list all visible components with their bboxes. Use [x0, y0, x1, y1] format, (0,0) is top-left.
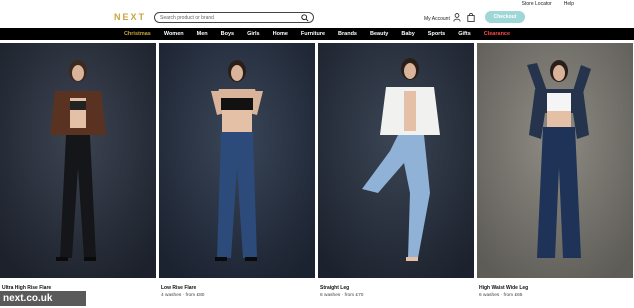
nav-item-sports[interactable]: Sports: [428, 28, 445, 40]
nav-item-girls[interactable]: Girls: [247, 28, 260, 40]
main-nav: Christmas Women Men Boys Girls Home Furn…: [0, 28, 634, 40]
product-image[interactable]: [477, 43, 633, 278]
utility-links: Store Locator Help: [522, 0, 634, 8]
nav-item-furniture[interactable]: Furniture: [301, 28, 325, 40]
nav-item-clearance[interactable]: Clearance: [484, 28, 510, 40]
product-name[interactable]: High Waist Wide Leg: [479, 285, 528, 291]
product-image[interactable]: [159, 43, 315, 278]
search-input[interactable]: [160, 14, 300, 21]
help-link[interactable]: Help: [564, 0, 574, 8]
my-account-link[interactable]: My Account: [424, 16, 450, 22]
nav-item-baby[interactable]: Baby: [401, 28, 414, 40]
user-icon[interactable]: [453, 13, 461, 22]
search-bar[interactable]: [154, 12, 314, 23]
product-image[interactable]: [318, 43, 474, 278]
nav-item-brands[interactable]: Brands: [338, 28, 357, 40]
product-name[interactable]: Low Rise Flare: [161, 285, 196, 291]
next-logo[interactable]: NEXT: [114, 12, 146, 22]
store-locator-link[interactable]: Store Locator: [522, 0, 552, 8]
product-name[interactable]: Straight Leg: [320, 285, 349, 291]
product-card[interactable]: High Waist Wide Leg 6 washes · from £65: [477, 43, 633, 308]
nav-item-gifts[interactable]: Gifts: [458, 28, 471, 40]
search-icon[interactable]: [301, 14, 309, 22]
nav-item-christmas[interactable]: Christmas: [124, 28, 151, 40]
product-card[interactable]: Low Rise Flare 4 washes · from £80: [159, 43, 315, 308]
nav-item-home[interactable]: Home: [273, 28, 288, 40]
site-header: NEXT My Account Checkout: [0, 8, 634, 28]
product-meta: 8 washes · from £70: [320, 293, 364, 298]
product-image[interactable]: [0, 43, 156, 278]
checkout-button[interactable]: Checkout: [485, 11, 525, 23]
nav-item-women[interactable]: Women: [164, 28, 184, 40]
product-meta: 6 washes · from £65: [479, 293, 523, 298]
nav-item-men[interactable]: Men: [197, 28, 208, 40]
product-meta: 4 washes · from £80: [161, 293, 205, 298]
nav-item-beauty[interactable]: Beauty: [370, 28, 388, 40]
product-card[interactable]: Ultra High Rise Flare 4 washes · from £.…: [0, 43, 156, 308]
product-card[interactable]: Straight Leg 8 washes · from £70: [318, 43, 474, 308]
shopping-bag-icon[interactable]: [467, 13, 475, 22]
product-grid: Ultra High Rise Flare 4 washes · from £.…: [0, 43, 634, 308]
nav-item-boys[interactable]: Boys: [221, 28, 234, 40]
watermark: next.co.uk: [0, 291, 86, 306]
